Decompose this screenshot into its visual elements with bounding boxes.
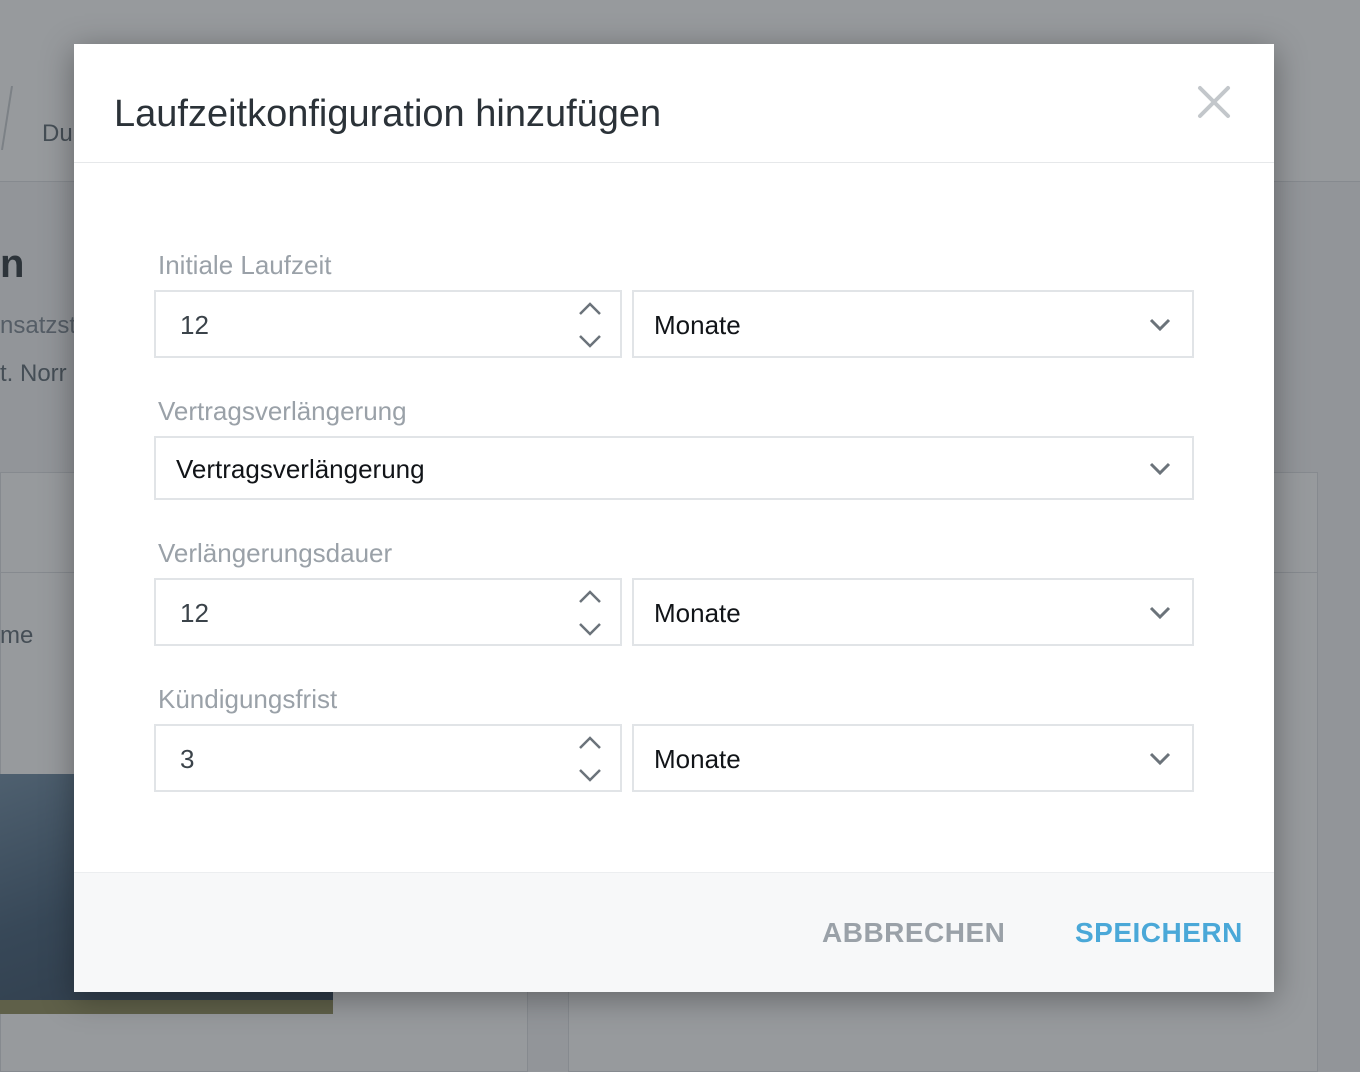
initial-term-unit-value: Monate: [654, 310, 741, 340]
notice-period-input[interactable]: 3: [154, 724, 622, 792]
extension-duration-input[interactable]: 12: [154, 578, 622, 646]
runtime-config-dialog: Laufzeitkonfiguration hinzufügen Initial…: [74, 44, 1274, 992]
contract-extension-select[interactable]: Vertragsverlängerung: [154, 436, 1194, 500]
extension-duration-label: Verlängerungsdauer: [158, 538, 393, 568]
notice-period-value[interactable]: 3: [180, 744, 194, 774]
chevron-down-icon: [1149, 752, 1171, 766]
close-icon[interactable]: [1192, 80, 1236, 124]
chevron-down-icon: [1149, 462, 1171, 476]
extension-duration-unit-value: Monate: [654, 598, 741, 628]
extension-duration-value[interactable]: 12: [180, 598, 209, 628]
dialog-footer: ABBRECHEN SPEICHERN: [74, 872, 1274, 992]
cancel-button[interactable]: ABBRECHEN: [822, 917, 1005, 949]
save-button[interactable]: SPEICHERN: [1075, 917, 1243, 949]
initial-term-value[interactable]: 12: [180, 310, 209, 340]
extension-duration-unit-select[interactable]: Monate: [632, 578, 1194, 646]
initial-term-unit-select[interactable]: Monate: [632, 290, 1194, 358]
notice-period-unit-select[interactable]: Monate: [632, 724, 1194, 792]
extension-duration-stepper-icon[interactable]: [574, 584, 606, 642]
chevron-down-icon: [1149, 318, 1171, 332]
dialog-title: Laufzeitkonfiguration hinzufügen: [114, 93, 662, 135]
initial-term-input[interactable]: 12: [154, 290, 622, 358]
initial-term-label: Initiale Laufzeit: [158, 250, 332, 280]
chevron-down-icon: [1149, 606, 1171, 620]
notice-period-unit-value: Monate: [654, 744, 741, 774]
initial-term-stepper-icon[interactable]: [574, 296, 606, 354]
notice-period-stepper-icon[interactable]: [574, 730, 606, 788]
contract-extension-label: Vertragsverlängerung: [158, 396, 407, 426]
dialog-header: Laufzeitkonfiguration hinzufügen: [74, 44, 1274, 163]
notice-period-label: Kündigungsfrist: [158, 684, 338, 714]
contract-extension-value: Vertragsverlängerung: [176, 454, 425, 484]
